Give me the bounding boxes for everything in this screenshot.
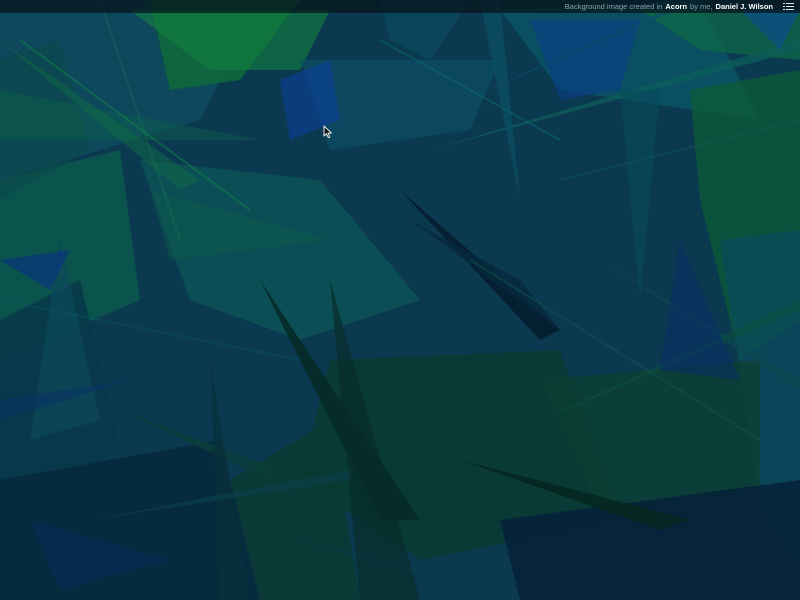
list-menu-icon[interactable] (783, 2, 794, 11)
background-credit: Background image created in Acorn by me,… (565, 2, 773, 11)
credit-author-link[interactable]: Daniel J. Wilson (716, 2, 773, 11)
desktop: Background image created in Acorn by me,… (0, 0, 800, 600)
credit-prefix: Background image created in (564, 2, 663, 11)
credit-app-link[interactable]: Acorn (665, 2, 687, 11)
background-artwork (0, 0, 800, 600)
credit-middle: by me, (690, 2, 713, 11)
top-menu-bar: Background image created in Acorn by me,… (0, 0, 800, 13)
mouse-pointer-icon (323, 125, 332, 139)
